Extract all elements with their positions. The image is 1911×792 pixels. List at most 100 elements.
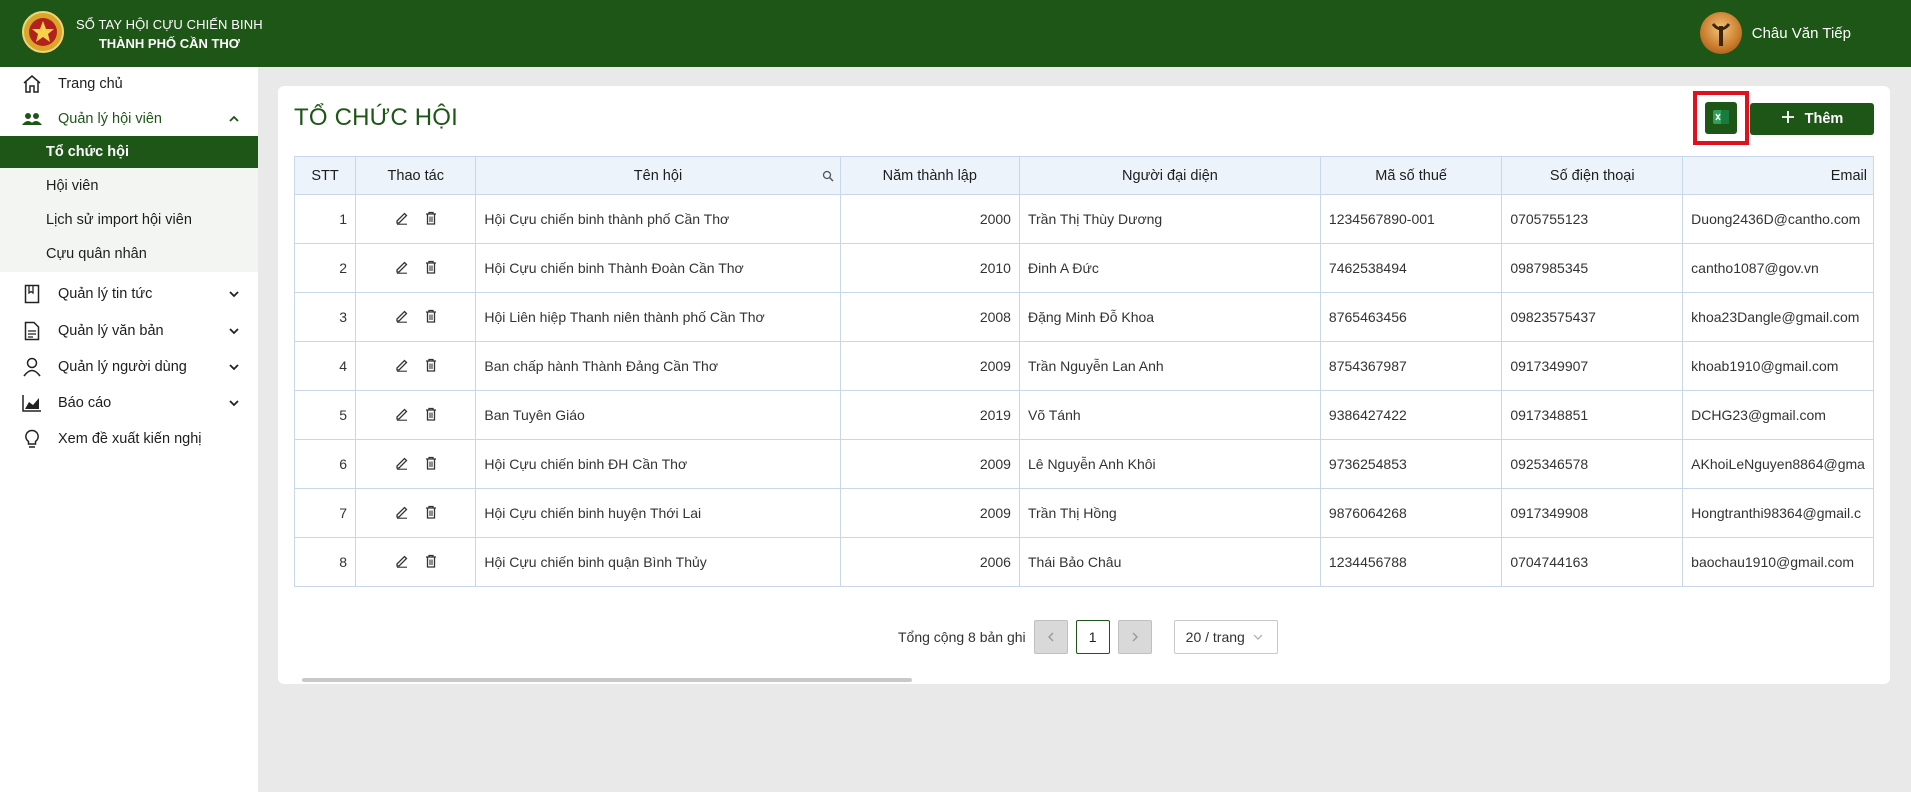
cell-tax-code: 1234567890-001 <box>1319 194 1503 244</box>
cell-email: Duong2436D@cantho.com <box>1682 194 1874 244</box>
cell-year: 2019 <box>839 390 1020 440</box>
cell-stt: 1 <box>294 194 357 244</box>
col-header-email: Email <box>1682 156 1874 195</box>
top-header: SỔ TAY HỘI CỰU CHIẾN BINH THÀNH PHỐ CẦN … <box>0 0 1911 67</box>
total-records: Tổng cộng 8 bản ghi <box>898 629 1026 645</box>
table-row[interactable]: 7 Hội Cựu chiến binh huyện Thới Lai 2009 Tr… <box>294 488 1874 538</box>
edit-icon[interactable] <box>395 358 409 375</box>
chevron-left-icon <box>1046 629 1056 645</box>
sidebar-item-import-history[interactable]: Lịch sử import hội viên <box>0 204 258 236</box>
table-row[interactable]: 2 Hội Cựu chiến binh Thành Đoàn Cần Thơ 20… <box>294 243 1874 293</box>
col-header-year: Năm thành lập <box>839 156 1020 195</box>
cell-stt: 2 <box>294 243 357 293</box>
chevron-down-icon <box>228 397 240 409</box>
page-size-select[interactable]: 20 / trang <box>1173 620 1278 654</box>
edit-icon[interactable] <box>395 505 409 522</box>
cell-actions <box>355 439 477 489</box>
table-row[interactable]: 3 Hội Liên hiệp Thanh niên thành phố Cần … <box>294 292 1874 342</box>
table-row[interactable]: 1 Hội Cựu chiến binh thành phố Cần Thơ 200… <box>294 194 1874 244</box>
trash-icon[interactable] <box>425 358 437 375</box>
avatar[interactable] <box>1699 12 1742 54</box>
prev-page-button[interactable] <box>1033 620 1068 654</box>
trash-icon[interactable] <box>425 407 437 424</box>
cell-tax-code: 9736254853 <box>1319 439 1503 489</box>
sidebar-item-reports[interactable]: Báo cáo <box>0 386 258 420</box>
sidebar-item-veterans[interactable]: Cựu quân nhân <box>0 238 258 270</box>
organizations-table-wrap[interactable]: STT Thao tác Tên hội Năm thành lập Người… <box>294 156 1874 686</box>
cell-representative: Trần Thị Thùy Dương <box>1018 194 1321 244</box>
cell-name: Hội Cựu chiến binh huyện Thới Lai <box>475 488 841 538</box>
brand-line1: SỔ TAY HỘI CỰU CHIẾN BINH <box>76 17 263 32</box>
edit-icon[interactable] <box>395 456 409 473</box>
excel-icon <box>1712 108 1730 129</box>
sidebar-item-label: Trang chủ <box>58 76 123 92</box>
sidebar-item-label: Quản lý hội viên <box>58 111 162 127</box>
page-number-button[interactable]: 1 <box>1075 620 1110 654</box>
trash-icon[interactable] <box>425 309 437 326</box>
chart-area-icon <box>22 393 42 413</box>
edit-icon[interactable] <box>395 407 409 424</box>
col-header-phone: Số điện thoại <box>1501 156 1684 195</box>
sidebar-item-organizations[interactable]: Tổ chức hội <box>0 136 258 168</box>
cell-email: DCHG23@gmail.com <box>1682 390 1874 440</box>
cell-phone: 0917349908 <box>1501 488 1684 538</box>
document-icon <box>22 321 42 341</box>
user-menu[interactable]: Châu Văn Tiếp <box>1699 12 1851 54</box>
cell-representative: Võ Tánh <box>1018 390 1321 440</box>
cell-actions <box>355 488 477 538</box>
brand-line2: THÀNH PHỐ CẦN THƠ <box>98 36 240 51</box>
edit-icon[interactable] <box>395 211 409 228</box>
trash-icon[interactable] <box>425 211 437 228</box>
cell-tax-code: 8754367987 <box>1319 341 1503 391</box>
col-header-stt: STT <box>294 156 357 195</box>
sidebar-item-documents[interactable]: Quản lý văn bản <box>0 314 258 348</box>
cell-representative: Đinh A Đức <box>1018 243 1321 293</box>
cell-representative: Đặng Minh Đỗ Khoa <box>1018 292 1321 342</box>
sidebar-item-members-list[interactable]: Hội viên <box>0 170 258 202</box>
trash-icon[interactable] <box>425 260 437 277</box>
edit-icon[interactable] <box>395 260 409 277</box>
sidebar-item-label: Quản lý người dùng <box>58 359 187 375</box>
add-button[interactable]: Thêm <box>1750 103 1874 135</box>
cell-stt: 5 <box>294 390 357 440</box>
excel-export-button[interactable] <box>1705 102 1737 134</box>
users-icon <box>22 109 42 129</box>
content-card: TỔ CHỨC HỘI Thêm STT Thao tác Tên hội Nă… <box>278 86 1890 684</box>
trash-icon[interactable] <box>425 554 437 571</box>
trash-icon[interactable] <box>425 505 437 522</box>
sidebar-item-label: Quản lý tin tức <box>58 286 153 302</box>
table-row[interactable]: 6 Hội Cựu chiến binh ĐH Cần Thơ 2009 Lê Ngu… <box>294 439 1874 489</box>
table-row[interactable]: 4 Ban chấp hành Thành Đảng Cần Thơ 2009 Trầ… <box>294 341 1874 391</box>
edit-icon[interactable] <box>395 554 409 571</box>
chevron-up-icon <box>228 113 240 125</box>
pagination: Tổng cộng 8 bản ghi 1 20 / trang <box>898 620 1278 654</box>
search-icon[interactable] <box>822 170 834 182</box>
sidebar-item-proposals[interactable]: Xem đề xuất kiến nghị <box>0 422 258 456</box>
cell-name: Ban chấp hành Thành Đảng Cần Thơ <box>475 341 841 391</box>
sidebar-item-members[interactable]: Quản lý hội viên <box>0 102 258 136</box>
cell-phone: 0917348851 <box>1501 390 1684 440</box>
sidebar-item-news[interactable]: Quản lý tin tức <box>0 277 258 311</box>
edit-icon[interactable] <box>395 309 409 326</box>
horizontal-scrollbar[interactable] <box>302 678 912 682</box>
table-row[interactable]: 8 Hội Cựu chiến binh quận Bình Thủy 2006 Th… <box>294 537 1874 587</box>
sidebar-item-home[interactable]: Trang chủ <box>0 67 258 101</box>
cell-tax-code: 1234456788 <box>1319 537 1503 587</box>
cell-year: 2009 <box>839 488 1020 538</box>
col-header-name[interactable]: Tên hội <box>475 156 841 195</box>
user-name[interactable]: Châu Văn Tiếp <box>1752 25 1851 42</box>
trash-icon[interactable] <box>425 456 437 473</box>
cell-tax-code: 7462538494 <box>1319 243 1503 293</box>
next-page-button[interactable] <box>1117 620 1152 654</box>
cell-name: Hội Cựu chiến binh ĐH Cần Thơ <box>475 439 841 489</box>
table-row[interactable]: 5 Ban Tuyên Giáo 2019 Võ Tánh 9386427422 0917… <box>294 390 1874 440</box>
col-header-tax-code: Mã số thuế <box>1319 156 1503 195</box>
cell-name: Hội Liên hiệp Thanh niên thành phố Cần T… <box>475 292 841 342</box>
sidebar-item-label: Cựu quân nhân <box>46 246 147 262</box>
sidebar-item-users[interactable]: Quản lý người dùng <box>0 350 258 384</box>
sidebar-item-label: Quản lý văn bản <box>58 323 164 339</box>
cell-email: cantho1087@gov.vn <box>1682 243 1874 293</box>
cell-year: 2006 <box>839 537 1020 587</box>
col-header-name-label: Tên hội <box>633 167 683 184</box>
cell-representative: Trần Nguyễn Lan Anh <box>1018 341 1321 391</box>
